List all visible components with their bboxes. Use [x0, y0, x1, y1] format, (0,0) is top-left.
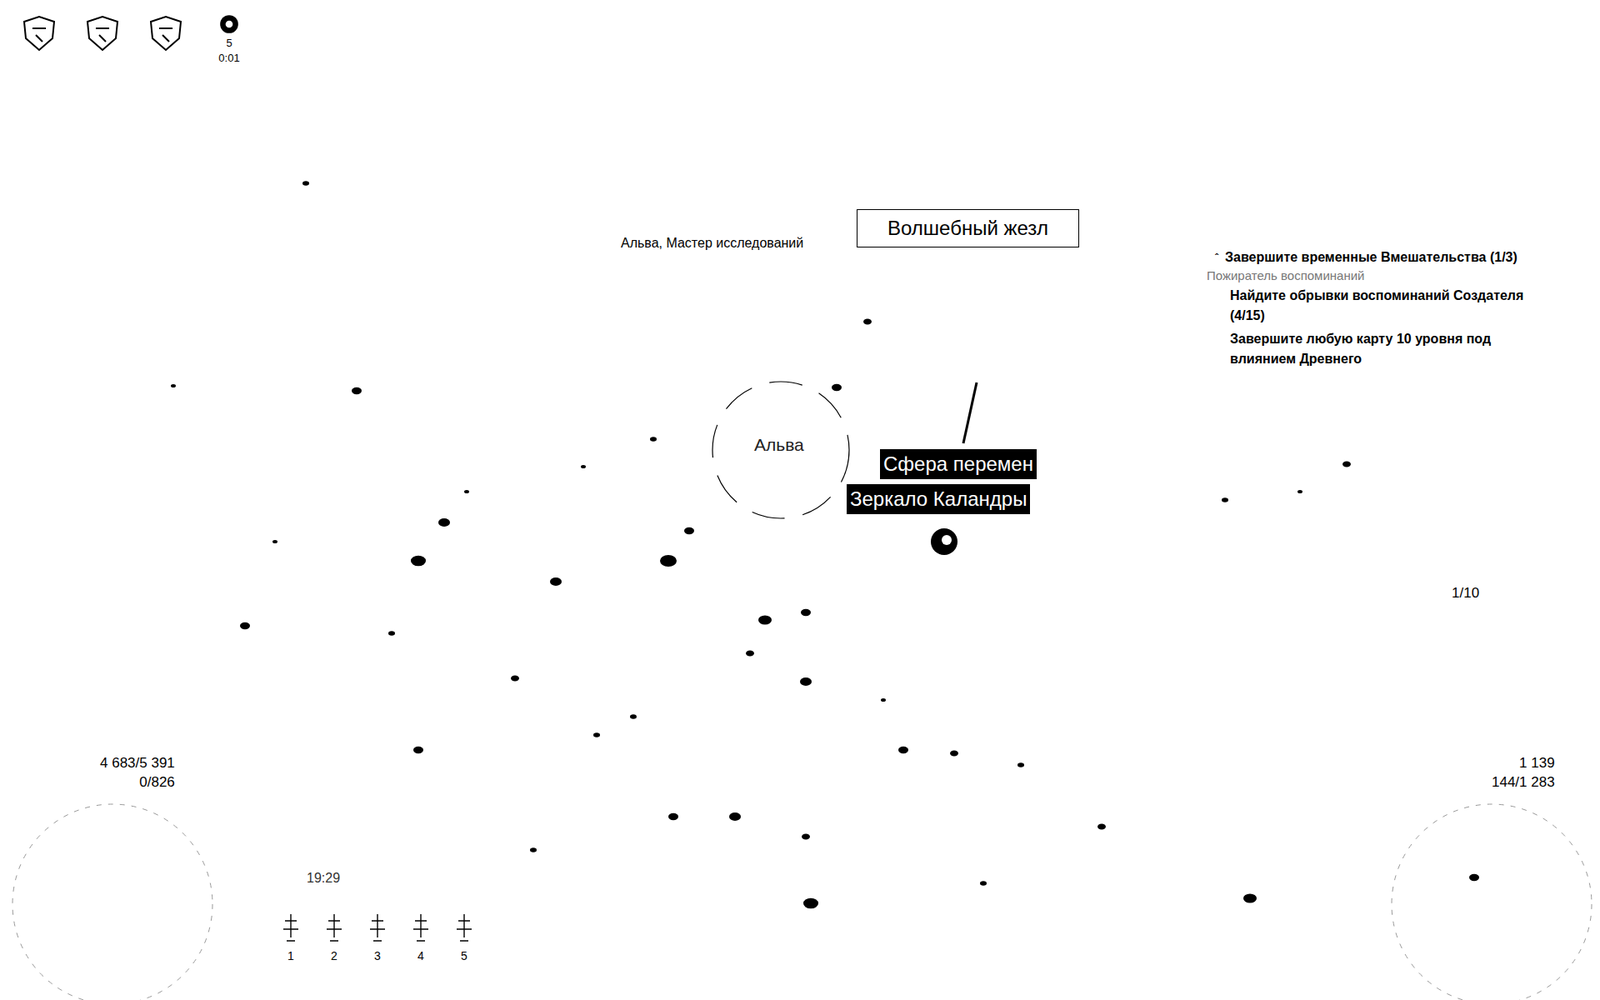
quest-title[interactable]: ˆЗавершите временные Вмешательства (1/3) — [1206, 250, 1549, 265]
skill-slot[interactable]: 1 — [277, 912, 305, 963]
skill-slot[interactable]: 5 — [450, 912, 478, 963]
skill-bar: 12345 — [277, 912, 478, 963]
buff-bar: 50:01 — [18, 13, 250, 65]
buff[interactable] — [81, 13, 124, 54]
ground-item-label[interactable]: Зеркало Каландры — [846, 484, 1030, 515]
hovered-item: Волшебный жезл — [856, 209, 1080, 248]
npc-title: Альва, Мастер исследований — [620, 235, 804, 251]
skill-slot[interactable]: 4 — [407, 912, 435, 963]
buff-icon — [19, 13, 60, 54]
ground-items: Сфера перемен Зеркало Каландры — [846, 449, 1037, 515]
buff-icon — [218, 13, 240, 35]
buff-icon — [145, 13, 186, 54]
skill-icon — [278, 912, 304, 946]
quest-task: Завершите любую карту 10 уровня под влия… — [1206, 329, 1530, 370]
skill-icon — [408, 912, 434, 946]
buff[interactable] — [18, 13, 60, 54]
quest-subtitle: Пожиратель воспоминаний — [1206, 268, 1549, 283]
skill-icon — [321, 912, 347, 946]
mana-globe — [1391, 804, 1592, 1000]
quest-task: Найдите обрывки воспоминаний Создателя (… — [1206, 285, 1530, 326]
skill-icon — [451, 912, 477, 946]
clock: 19:29 — [306, 870, 340, 886]
quest-tracker: ˆЗавершите временные Вмешательства (1/3)… — [1206, 250, 1549, 370]
ring-drop-icon[interactable] — [930, 528, 958, 555]
mana-readout: 1 139144/1 283 — [1491, 754, 1555, 793]
buff[interactable]: 50:01 — [208, 13, 250, 65]
life-readout: 4 683/5 3910/826 — [100, 754, 175, 793]
skill-slot[interactable]: 2 — [320, 912, 348, 963]
wand-drop — [963, 382, 977, 444]
life-globe — [12, 804, 213, 1000]
skill-slot[interactable]: 3 — [364, 912, 391, 963]
scenery — [0, 0, 1600, 1000]
collapse-toggle[interactable]: ˆ — [1215, 252, 1219, 265]
buff[interactable] — [145, 13, 187, 54]
npc-ring — [712, 381, 850, 519]
npc-name[interactable]: Альва — [754, 435, 805, 455]
map-counter: 1/10 — [1451, 585, 1480, 602]
game-screen[interactable]: 50:01 Альва, Мастер исследований Альва Волш… — [0, 0, 1600, 1000]
buff-icon — [82, 13, 123, 54]
ground-item-label[interactable]: Сфера перемен — [880, 449, 1037, 480]
skill-icon — [365, 912, 390, 946]
